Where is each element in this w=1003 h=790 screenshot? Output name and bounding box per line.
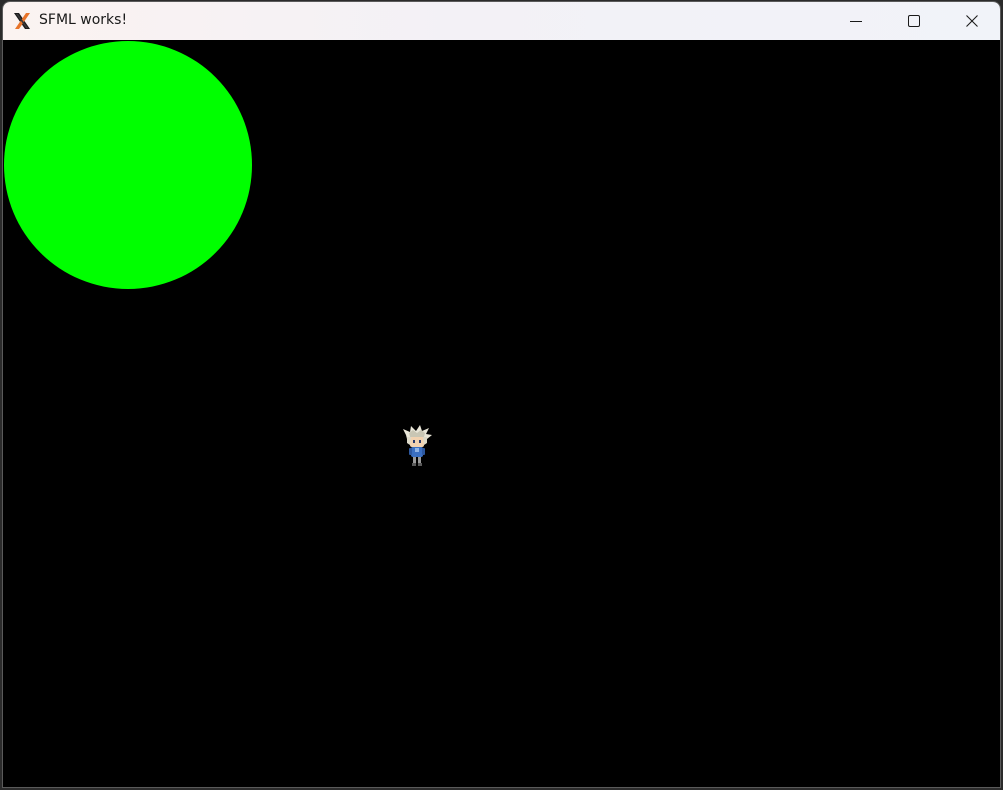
minimize-icon — [850, 21, 862, 22]
close-button[interactable] — [943, 2, 1000, 40]
window-title: SFML works! — [39, 12, 128, 28]
x-logo-icon — [14, 13, 30, 29]
maximize-icon — [908, 15, 920, 27]
close-icon — [966, 15, 978, 27]
maximize-button[interactable] — [885, 2, 943, 40]
green-circle-shape — [4, 41, 252, 289]
player-character-icon — [403, 425, 432, 466]
minimize-button[interactable] — [827, 2, 885, 40]
render-canvas[interactable] — [3, 40, 1000, 787]
app-window: SFML works! — [2, 1, 1001, 788]
title-bar[interactable]: SFML works! — [3, 2, 1000, 40]
